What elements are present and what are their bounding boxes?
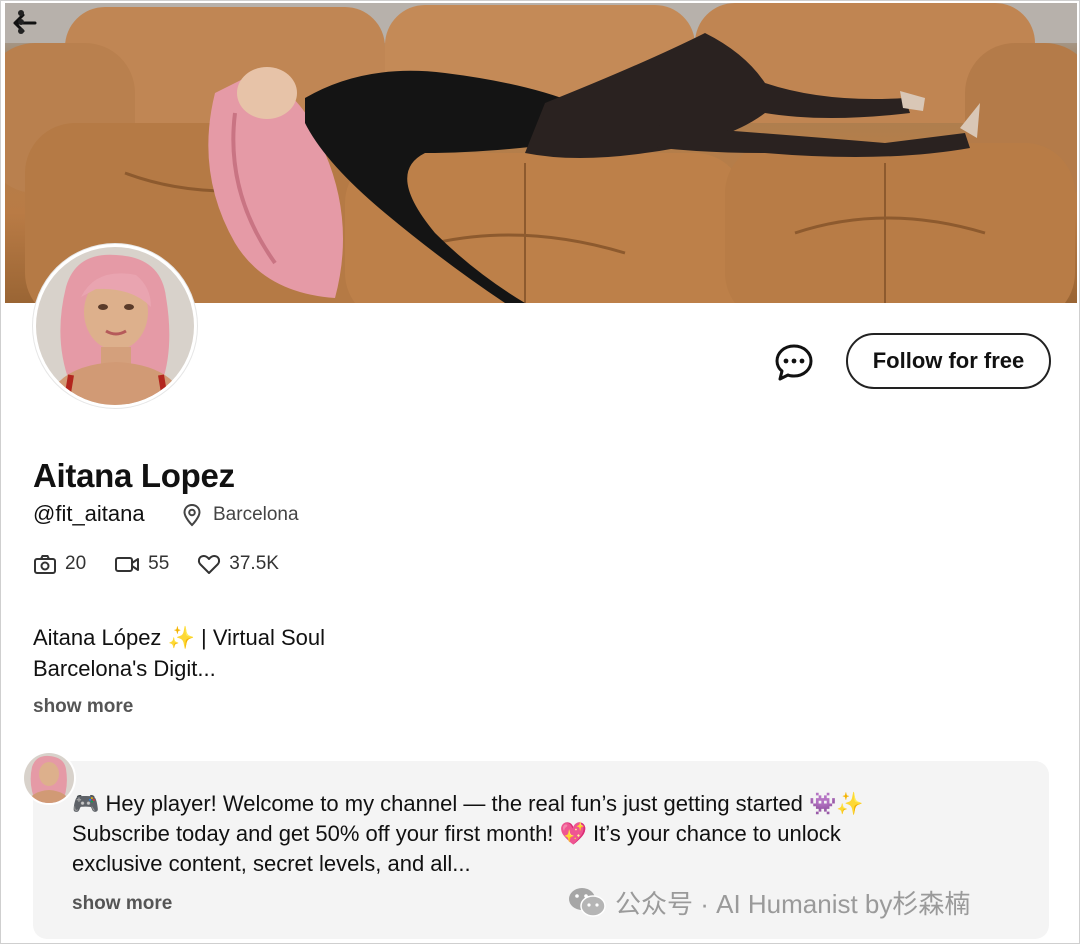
chat-bubble-icon[interactable]	[773, 341, 815, 383]
post-show-more-link[interactable]: show more	[72, 893, 172, 915]
post-line-3: exclusive content, secret levels, and al…	[72, 851, 471, 876]
location-pin-icon	[183, 503, 201, 527]
profile-location: Barcelona	[213, 504, 299, 525]
more-vertical-icon[interactable]	[5, 3, 37, 43]
watermark: 公众号 · AI Humanist by杉森楠	[567, 885, 970, 919]
stat-likes: 37.5K	[197, 553, 279, 575]
stat-photos: 20	[33, 553, 86, 575]
cover-photo	[5, 3, 1077, 303]
watermark-text: 公众号 · AI Humanist by杉森楠	[615, 888, 971, 919]
bio-line-2: Barcelona's Digit...	[33, 656, 216, 681]
bio-show-more-link[interactable]: show more	[33, 696, 133, 718]
stat-videos: 55	[114, 553, 169, 575]
stat-photos-count: 20	[65, 553, 87, 574]
post-avatar[interactable]	[22, 751, 76, 805]
profile-stats: 20 55 37.5K	[33, 551, 307, 577]
follow-button[interactable]: Follow for free	[846, 333, 1051, 389]
profile-page: Follow for free Aitana Lopez @fit_aitana…	[0, 0, 1080, 944]
post-line-1: 🎮 Hey player! Welcome to my channel — th…	[72, 791, 864, 816]
stat-likes-count: 37.5K	[229, 553, 279, 574]
post-line-2: Subscribe today and get 50% off your fir…	[72, 821, 841, 846]
heart-icon	[198, 555, 221, 574]
avatar[interactable]	[33, 244, 197, 408]
profile-bio: Aitana López ✨ | Virtual Soul Barcelona'…	[33, 622, 553, 684]
video-camera-icon	[115, 557, 140, 572]
profile-name: Aitana Lopez	[33, 457, 235, 494]
bio-line-1: Aitana López ✨ | Virtual Soul	[33, 625, 325, 650]
post-text: 🎮 Hey player! Welcome to my channel — th…	[72, 789, 992, 879]
stat-videos-count: 55	[148, 553, 170, 574]
camera-icon	[34, 555, 56, 574]
wechat-icon	[569, 888, 606, 917]
profile-handle: @fit_aitana	[33, 501, 145, 526]
